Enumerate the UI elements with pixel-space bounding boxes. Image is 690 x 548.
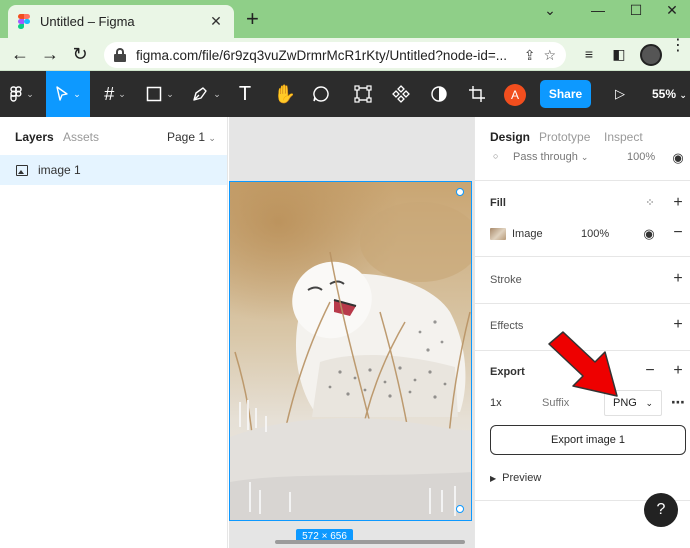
tab-inspect[interactable]: Inspect [604, 130, 643, 144]
styles-grid-icon[interactable]: ⁘ [643, 196, 657, 210]
layer-name: image 1 [38, 163, 81, 177]
image-fill-thumbnail[interactable] [490, 228, 506, 240]
url-bar[interactable]: figma.com/file/6r9zq3vuZwDrmrMcR1rKty/Un… [104, 42, 566, 68]
profile-avatar[interactable] [640, 44, 662, 66]
chevron-down-icon: ⌄ [645, 397, 653, 408]
share-page-icon[interactable]: ⇪ [524, 47, 536, 64]
export-more-options-icon[interactable]: ⋯ [671, 395, 685, 409]
divider [475, 180, 690, 181]
crop-icon [469, 86, 485, 102]
share-button[interactable]: Share [540, 80, 591, 108]
remove-export-icon[interactable]: − [643, 363, 657, 379]
figma-menu-icon [10, 86, 22, 102]
red-arrow-annotation [548, 331, 618, 397]
rectangle-icon [146, 86, 162, 102]
divider [475, 256, 690, 257]
resize-handle-top-right[interactable] [456, 188, 464, 196]
address-bar-row: ← → ↻ figma.com/file/6r9zq3vuZwDrmrMcR1r… [0, 38, 690, 71]
user-avatar[interactable]: A [504, 84, 526, 106]
tab-close-icon[interactable]: ✕ [208, 13, 224, 30]
fill-section-title: Fill [490, 197, 506, 209]
close-window-icon[interactable]: ✕ [662, 2, 682, 19]
resize-handle-bottom-right[interactable] [456, 505, 464, 513]
components-button[interactable] [388, 71, 414, 117]
layers-panel: Layers Assets Page 1 ⌄ image 1 [0, 117, 228, 548]
layer-row[interactable]: image 1 [0, 155, 227, 185]
export-section-title: Export [490, 366, 525, 378]
lock-icon [114, 48, 126, 62]
snowy-owl-image[interactable] [229, 181, 472, 521]
help-button[interactable]: ? [644, 493, 678, 527]
pen-icon [193, 87, 207, 101]
add-effect-icon[interactable]: + [671, 317, 685, 333]
minimize-window-icon[interactable]: — [588, 2, 608, 18]
contrast-icon [431, 86, 447, 102]
browser-tab[interactable]: Untitled – Figma ✕ [8, 5, 234, 38]
present-play-icon[interactable]: ▷ [608, 71, 632, 117]
shape-tool-button[interactable]: ⌄ [140, 71, 180, 117]
page-selector[interactable]: Page 1 ⌄ [167, 130, 216, 144]
effects-section-title: Effects [490, 320, 524, 332]
reload-button[interactable]: ↻ [68, 42, 92, 66]
mask-button[interactable] [426, 71, 452, 117]
preview-toggle[interactable]: ▶ Preview [490, 472, 541, 484]
tab-layers[interactable]: Layers [15, 130, 54, 144]
frame-hash-icon: # [104, 83, 115, 104]
transform-tool-button[interactable] [350, 71, 376, 117]
fill-type[interactable]: Image [512, 228, 543, 240]
remove-fill-icon[interactable]: − [671, 225, 685, 241]
tab-design[interactable]: Design [490, 130, 530, 144]
frame-tool-button[interactable]: # ⌄ [96, 71, 134, 117]
blend-icon: ○ [493, 151, 499, 161]
tab-prototype[interactable]: Prototype [539, 130, 590, 144]
bookmark-star-icon[interactable]: ☆ [543, 47, 556, 64]
image-layer-icon [16, 164, 28, 176]
move-tool-button[interactable]: ⌄ [46, 71, 90, 117]
stroke-section-title: Stroke [490, 274, 522, 286]
add-fill-icon[interactable]: + [671, 195, 685, 211]
browser-menu-icon[interactable]: ⋮ [670, 38, 686, 54]
main-menu-button[interactable]: ⌄ [0, 71, 44, 117]
reading-list-icon[interactable]: ≡ [580, 46, 598, 64]
divider [475, 303, 690, 304]
crop-button[interactable] [464, 71, 490, 117]
caret-right-icon: ▶ [490, 474, 497, 483]
tab-assets[interactable]: Assets [63, 130, 99, 144]
comment-tool-button[interactable] [308, 71, 334, 117]
tab-search-icon[interactable]: ⌄ [540, 2, 560, 19]
eye-icon[interactable]: ◉ [671, 151, 685, 165]
comment-bubble-icon [313, 86, 329, 102]
export-image-button[interactable]: Export image 1 [490, 425, 686, 455]
pen-tool-button[interactable]: ⌄ [186, 71, 226, 117]
fill-eye-icon[interactable]: ◉ [642, 227, 656, 241]
blend-mode-select[interactable]: Pass through ⌄ [513, 151, 588, 163]
fill-opacity[interactable]: 100% [581, 228, 609, 240]
url-text: figma.com/file/6r9zq3vuZwDrmrMcR1rKty/Un… [136, 47, 507, 63]
export-scale[interactable]: 1x [490, 397, 502, 409]
figma-logo-icon [18, 13, 30, 30]
component-diamond-icon [392, 85, 410, 103]
add-export-icon[interactable]: + [671, 363, 685, 379]
zoom-level[interactable]: 55% ⌄ [652, 87, 687, 101]
layer-opacity[interactable]: 100% [627, 151, 655, 163]
add-stroke-icon[interactable]: + [671, 271, 685, 287]
canvas[interactable] [229, 117, 474, 548]
side-panel-icon[interactable]: ◧ [610, 46, 628, 64]
horizontal-scrollbar[interactable] [275, 540, 465, 544]
hand-tool-icon[interactable]: ✋ [272, 71, 298, 117]
tab-title: Untitled – Figma [40, 14, 135, 29]
text-tool-button[interactable]: T [232, 71, 258, 117]
cursor-arrow-icon [56, 86, 68, 101]
forward-button[interactable]: → [38, 42, 62, 66]
maximize-window-icon[interactable]: ☐ [626, 2, 646, 19]
browser-tab-bar: Untitled – Figma ✕ + ⌄ — ☐ ✕ [0, 0, 690, 38]
new-tab-button[interactable]: + [246, 8, 259, 30]
back-button[interactable]: ← [8, 42, 32, 66]
transform-icon [354, 85, 372, 103]
